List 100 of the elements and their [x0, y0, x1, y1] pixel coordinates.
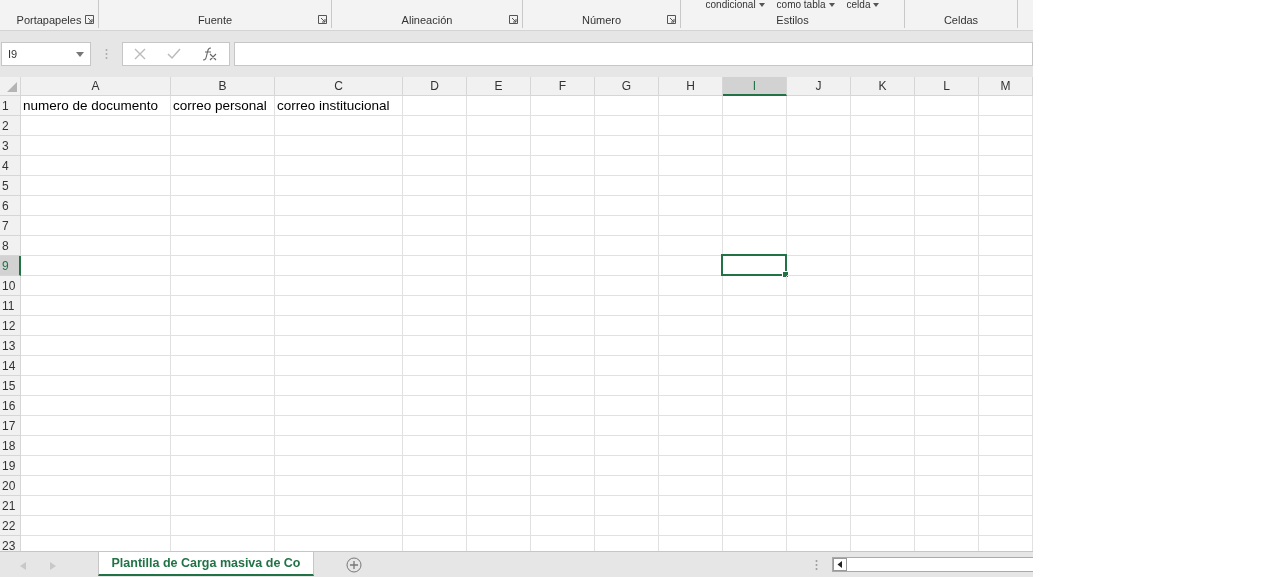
grid-cell[interactable]: [467, 236, 531, 256]
grid-cell[interactable]: [21, 356, 171, 376]
row-header[interactable]: 18: [0, 436, 21, 456]
grid-cell[interactable]: [21, 396, 171, 416]
grid-cell[interactable]: [171, 416, 275, 436]
grid-cell[interactable]: [21, 336, 171, 356]
grid-cell[interactable]: [723, 176, 787, 196]
grid-cell[interactable]: [275, 396, 403, 416]
grid-cell[interactable]: [979, 136, 1033, 156]
grid-cell[interactable]: [21, 296, 171, 316]
grid-cell[interactable]: [787, 256, 851, 276]
grid-cell[interactable]: [21, 196, 171, 216]
grid-cell[interactable]: [275, 296, 403, 316]
grid-cell[interactable]: [851, 236, 915, 256]
grid-cell[interactable]: [595, 156, 659, 176]
grid-cell[interactable]: [171, 496, 275, 516]
grid-cell[interactable]: [723, 216, 787, 236]
grid-cell[interactable]: [467, 136, 531, 156]
grid-cell[interactable]: [531, 256, 595, 276]
grid-cell[interactable]: [467, 396, 531, 416]
grid-cell[interactable]: [659, 216, 723, 236]
grid-cell[interactable]: [979, 336, 1033, 356]
grid-cell[interactable]: [723, 496, 787, 516]
grid-cell[interactable]: [275, 336, 403, 356]
grid-cell[interactable]: [915, 496, 979, 516]
grid-cell[interactable]: [275, 216, 403, 236]
grid-cell[interactable]: [851, 216, 915, 236]
grid-cell[interactable]: [595, 116, 659, 136]
grid-cell[interactable]: [531, 456, 595, 476]
splitter-handle-icon[interactable]: [815, 559, 818, 571]
grid-cell[interactable]: [171, 356, 275, 376]
grid-cell[interactable]: [915, 136, 979, 156]
row-header[interactable]: 2: [0, 116, 21, 136]
row-header[interactable]: 14: [0, 356, 21, 376]
grid-cell[interactable]: [659, 176, 723, 196]
grid-cell[interactable]: [915, 376, 979, 396]
grid-cell[interactable]: [915, 416, 979, 436]
dialog-launcher-icon[interactable]: [509, 15, 518, 24]
column-header[interactable]: I: [723, 77, 787, 96]
row-header[interactable]: 16: [0, 396, 21, 416]
grid-cell[interactable]: [659, 516, 723, 536]
grid-cell[interactable]: [467, 516, 531, 536]
grid-cell[interactable]: [403, 176, 467, 196]
grid-cell[interactable]: [171, 436, 275, 456]
grid-cell[interactable]: [467, 296, 531, 316]
grid-cell[interactable]: [531, 156, 595, 176]
grid-cell[interactable]: [979, 496, 1033, 516]
grid-cell[interactable]: [787, 316, 851, 336]
dialog-launcher-icon[interactable]: [667, 15, 676, 24]
grid-cell[interactable]: [467, 96, 531, 116]
grid-cell[interactable]: [403, 456, 467, 476]
grid-cell[interactable]: [787, 216, 851, 236]
grid-cell[interactable]: numero de documento: [21, 96, 171, 116]
grid-cell[interactable]: [851, 136, 915, 156]
row-header[interactable]: 5: [0, 176, 21, 196]
grid-cell[interactable]: [21, 476, 171, 496]
grid-cell[interactable]: [403, 296, 467, 316]
grid-cell[interactable]: [595, 376, 659, 396]
grid-cell[interactable]: [851, 176, 915, 196]
grid-cell[interactable]: [723, 156, 787, 176]
dialog-launcher-icon[interactable]: [318, 15, 327, 24]
row-header[interactable]: 6: [0, 196, 21, 216]
grid-cell[interactable]: [171, 456, 275, 476]
grid-cell[interactable]: [915, 276, 979, 296]
grid-cell[interactable]: [171, 216, 275, 236]
grid-cell[interactable]: [403, 276, 467, 296]
grid-cell[interactable]: [787, 436, 851, 456]
grid-cell[interactable]: [723, 396, 787, 416]
grid-cell[interactable]: [787, 416, 851, 436]
grid-cell[interactable]: [979, 476, 1033, 496]
grid-cell[interactable]: [787, 296, 851, 316]
grid-cell[interactable]: [787, 156, 851, 176]
grid-cell[interactable]: [403, 376, 467, 396]
grid-cell[interactable]: [787, 476, 851, 496]
grid-cell[interactable]: [275, 196, 403, 216]
grid-cell[interactable]: [787, 196, 851, 216]
grid-cell[interactable]: [851, 416, 915, 436]
grid-cell[interactable]: [275, 136, 403, 156]
grid-cell[interactable]: [851, 196, 915, 216]
grid-cell[interactable]: [467, 416, 531, 436]
grid-cell[interactable]: [21, 136, 171, 156]
grid-cell[interactable]: [275, 236, 403, 256]
grid-cell[interactable]: correo personal: [171, 96, 275, 116]
grid-cell[interactable]: [915, 396, 979, 416]
row-header[interactable]: 8: [0, 236, 21, 256]
grid-cell[interactable]: [787, 116, 851, 136]
dialog-launcher-icon[interactable]: [85, 15, 94, 24]
grid-cell[interactable]: [467, 436, 531, 456]
grid-cell[interactable]: [467, 316, 531, 336]
grid-cell[interactable]: [531, 516, 595, 536]
drag-handle-icon[interactable]: [105, 48, 108, 60]
grid-cell[interactable]: [467, 256, 531, 276]
grid-cell[interactable]: [595, 356, 659, 376]
grid-cell[interactable]: [275, 256, 403, 276]
grid-cell[interactable]: [979, 156, 1033, 176]
grid-cell[interactable]: [659, 436, 723, 456]
grid-cell[interactable]: [659, 456, 723, 476]
grid-cell[interactable]: [659, 416, 723, 436]
grid-cell[interactable]: [403, 476, 467, 496]
grid-cell[interactable]: [979, 376, 1033, 396]
